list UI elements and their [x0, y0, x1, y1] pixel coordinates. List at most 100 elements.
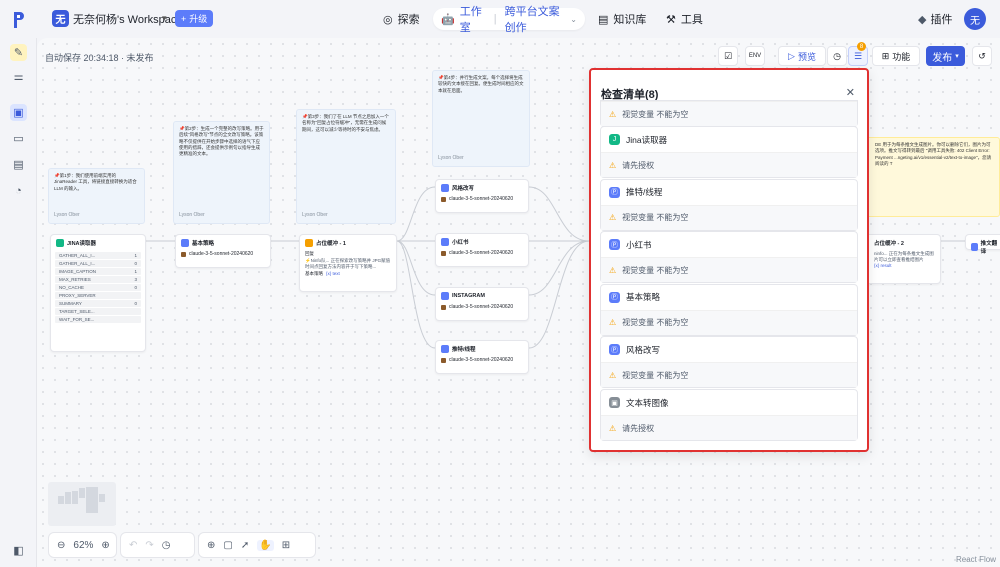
jina-reader-node[interactable]: JINA读取器 GATHER_ALL_I... 1 GATHER_ALL_I... 0…: [50, 234, 146, 352]
variable-name: 基本策略: [305, 271, 323, 276]
nav-explore[interactable]: ◎ 探索: [383, 11, 420, 27]
document-icon[interactable]: ▤: [10, 156, 27, 173]
terminal-icon[interactable]: ▭: [10, 130, 27, 147]
checklist-item[interactable]: Ⓟ 基本策略 ⚠ 视觉变量 不能为空: [600, 283, 858, 336]
minimap[interactable]: [48, 482, 116, 526]
checklist-item[interactable]: Ⓟ 风格改写 ⚠ 视觉变量 不能为空: [600, 336, 858, 389]
model-tag: claude-3-5-sonnet-20240620: [176, 251, 270, 261]
llm-icon: Ⓟ: [609, 344, 620, 356]
param-key: SUMMARY: [59, 301, 82, 306]
checklist-item-warning: ⚠ 请先授权: [601, 415, 857, 440]
node-title: 占位缓冲 - 2: [874, 241, 904, 247]
placeholder-buffer-node-2[interactable]: 占位缓冲 - 2 ninfo... 正在为每条推文生成图片可以立即查看推结图片 …: [863, 234, 941, 284]
checklist-item[interactable]: ⚠ 视觉变量 不能为空: [600, 100, 858, 127]
param-value: 0: [134, 285, 137, 290]
zoom-in-icon[interactable]: ⊕: [101, 540, 109, 551]
node-header: 小红书: [436, 234, 528, 250]
checklist-item[interactable]: Ⓟ 推特/线程 ⚠ 视觉变量 不能为空: [600, 178, 858, 231]
redo-icon[interactable]: ↷: [145, 540, 153, 551]
node-header: 占位缓冲 - 2: [864, 235, 940, 251]
robot-icon: 🤖: [441, 13, 455, 26]
param-key: PROXY_SERVER: [59, 293, 96, 298]
note-text: 📌第2步：生成一个完整的改写策略。用于后续"风格改写"节点的全文改写策略。该策略…: [179, 126, 264, 157]
reply-icon: [305, 239, 313, 247]
note-text-to-image[interactable]: DE 用于为每条推文生成图片。你可以删除它们，图片为可选项。推文写得转到最后 "…: [863, 137, 1000, 217]
layout-icon[interactable]: ⊞: [282, 540, 290, 551]
undo-icon[interactable]: ↶: [129, 540, 137, 551]
param-key: IMAGE_CAPTION: [59, 269, 97, 274]
param-row: NO_CACHE 0: [55, 284, 141, 291]
user-avatar[interactable]: 无: [964, 8, 986, 30]
compass-icon: ◎: [383, 13, 393, 26]
branch-node-instagram[interactable]: INSTAGRAM claude-3-5-sonnet-20240620: [435, 287, 529, 321]
llm-icon: [441, 184, 449, 192]
param-value: 1: [134, 269, 137, 274]
model-name: claude-3-5-sonnet-20240620: [449, 304, 514, 310]
note-step-2[interactable]: 📌第2步：生成一个完整的改写策略。用于后续"风格改写"节点的全文改写策略。该策略…: [173, 121, 270, 224]
sidebar-toggle-icon[interactable]: ◧: [10, 542, 27, 559]
react-flow-attribution[interactable]: React Flow: [956, 555, 996, 564]
checklist-item[interactable]: ▣ 文本转图像 ⚠ 请先授权: [600, 389, 858, 441]
workflow-icon[interactable]: ▣: [10, 104, 27, 121]
node-title: 推特/线程: [452, 347, 476, 353]
book-icon: ▤: [598, 13, 609, 26]
hand-icon[interactable]: ✋: [257, 539, 274, 551]
branch-node-xiaohongshu[interactable]: 小红书 claude-3-5-sonnet-20240620: [435, 233, 529, 267]
branch-node-style-rewrite[interactable]: 风格改写 claude-3-5-sonnet-20240620: [435, 179, 529, 213]
zoom-level[interactable]: 62%: [73, 540, 93, 551]
chevron-down-icon[interactable]: ⌄: [570, 15, 577, 24]
anthropic-icon: [441, 250, 446, 256]
note-step-4[interactable]: 📌第4步：并行生成文案。每个选择将生成较快的文本接在回复。便生成时间相应的文本就…: [432, 70, 530, 167]
checklist-item-header: Ⓟ 小红书: [601, 232, 857, 257]
add-note-icon[interactable]: ▢: [223, 540, 232, 551]
node-title: INSTAGRAM: [452, 293, 485, 299]
checklist-item[interactable]: Ⓟ 小红书 ⚠ 视觉变量 不能为空: [600, 231, 858, 284]
zoom-out-icon[interactable]: ⊖: [57, 540, 65, 551]
note-step-1[interactable]: 📌第1步：我们使用前端实用的 JinaReader 工具，将链接直接转换为适合 …: [48, 168, 145, 224]
app-logo-icon[interactable]: [12, 10, 26, 30]
gauge-icon[interactable]: ◔: [10, 182, 27, 199]
jina-icon: J: [609, 134, 620, 145]
nav-tools[interactable]: ⚒ 工具: [666, 11, 703, 27]
tweet-translate-node[interactable]: 推文翻译: [965, 234, 1000, 255]
checklist-item[interactable]: J Jina读取器 ⚠ 请先授权: [600, 126, 858, 178]
node-header: 基本策略: [176, 235, 270, 251]
node-header: 风格改写: [436, 180, 528, 196]
checklist-item-header: J Jina读取器: [601, 127, 857, 152]
llm-icon: Ⓟ: [609, 291, 620, 303]
strategy-node[interactable]: 基本策略 claude-3-5-sonnet-20240620: [175, 234, 271, 268]
nav-studio-label[interactable]: 工作室: [460, 3, 486, 35]
plugin-button[interactable]: ◆ 插件: [918, 11, 952, 27]
node-title: 占位缓冲 - 1: [316, 241, 346, 247]
warning-icon: ⚠: [609, 265, 617, 275]
edit-icon[interactable]: ✎: [10, 44, 27, 61]
history-icon[interactable]: ◷: [162, 540, 171, 551]
add-node-icon[interactable]: ⊕: [207, 540, 215, 551]
checklist-item-name: Jina读取器: [626, 134, 668, 145]
upgrade-button[interactable]: + 升级: [175, 10, 214, 27]
checklist-item-header: Ⓟ 推特/线程: [601, 180, 857, 205]
note-step-3[interactable]: 📌第3步：我们了在 LLM 节点之后加入一个名称为"回复占位符缓冲"，无需在生成…: [296, 109, 396, 224]
settings-sliders-icon[interactable]: ⚌: [10, 68, 27, 85]
nav-knowledge[interactable]: ▤ 知识库: [598, 11, 646, 27]
left-sidebar: ✎ ⚌ ▣ ▭ ▤ ◔ ◧: [0, 38, 37, 567]
chevron-down-icon[interactable]: ▾: [162, 13, 167, 24]
nav-studio-tab[interactable]: 🤖 工作室 | 跨平台文案创作 ⌄: [433, 6, 585, 34]
checklist-item-name: 风格改写: [626, 344, 661, 355]
workflow-canvas[interactable]: 自动保存 20:34:18 · 未发布 ☑ ENV ▷ 预览 ◷ ☰ 8 ⊞ 功能 …: [37, 38, 1000, 567]
close-icon[interactable]: ✕: [846, 86, 855, 99]
workspace-avatar[interactable]: 无: [52, 10, 69, 27]
pointer-icon[interactable]: ➚: [241, 540, 249, 551]
reply-text: ⚡️Ninfo队... 正在探索改写策略并 JPG赋值时间点回复方法内容开于写下…: [305, 258, 391, 269]
param-row: IMAGE_CAPTION 1: [55, 268, 141, 275]
branch-node-twitter-thread[interactable]: 推特/线程 claude-3-5-sonnet-20240620: [435, 340, 529, 374]
note-author: Lyson Ober: [438, 155, 464, 161]
checklist-item-warning: ⚠ 视觉变量 不能为空: [601, 101, 857, 126]
warning-icon: ⚠: [609, 160, 617, 170]
zoom-control: ⊖ 62% ⊕: [48, 532, 117, 558]
placeholder-buffer-node-1[interactable]: 占位缓冲 - 1 回复 ⚡️Ninfo队... 正在探索改写策略并 JPG赋值时…: [299, 234, 397, 292]
project-name[interactable]: 跨平台文案创作: [505, 3, 566, 35]
llm-icon: [181, 239, 189, 247]
note-text: 📌第1步：我们使用前端实用的 JinaReader 工具，将链接直接转换为适合 …: [54, 173, 137, 191]
param-row: SUMMARY 0: [55, 300, 141, 307]
